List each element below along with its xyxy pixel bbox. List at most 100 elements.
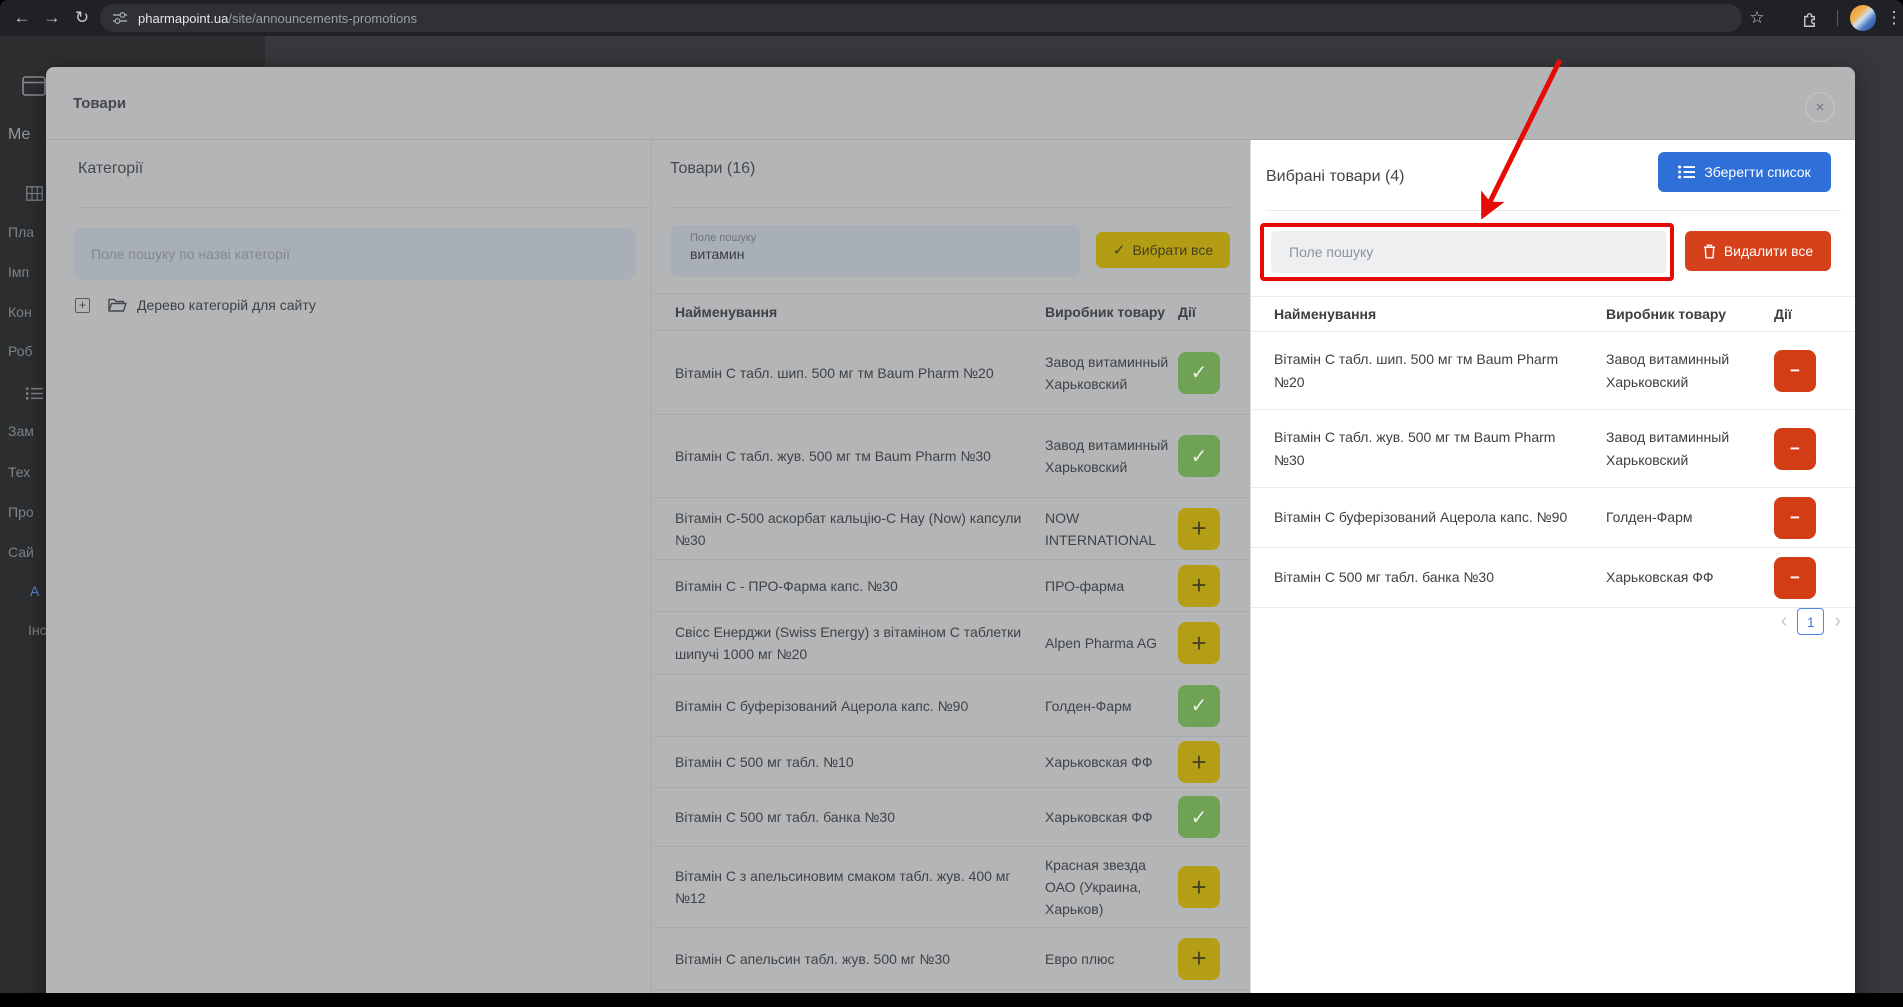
col-header-actions: Дії <box>1178 304 1196 320</box>
extensions-icon[interactable] <box>1795 0 1823 36</box>
trash-icon <box>1703 244 1715 258</box>
forward-icon[interactable]: → <box>38 0 66 36</box>
address-bar[interactable]: pharmapoint.ua/site/announcements-promot… <box>100 4 1742 32</box>
toggle-product-button[interactable]: ✓ <box>1178 796 1220 838</box>
table-row: Вітамін С 500 мг табл. банка №30 Харьков… <box>653 788 1250 847</box>
col-header-manufacturer: Виробник товару <box>1045 304 1166 320</box>
sidebar-item[interactable]: Сай <box>8 544 34 560</box>
sidebar-item[interactable]: Тех <box>8 464 30 480</box>
sidebar-item[interactable]: Кон <box>8 304 32 320</box>
table-row: Вітамін С табл. жув. 500 мг тм Baum Phar… <box>653 415 1250 498</box>
url-path: /site/announcements-promotions <box>228 10 417 26</box>
selected-title: Вибрані товари (4) <box>1266 168 1405 185</box>
browser-menu-icon[interactable]: ⋮ <box>1880 0 1903 36</box>
profile-avatar[interactable] <box>1850 5 1876 31</box>
back-icon[interactable]: ← <box>8 0 36 36</box>
table-row: Вітамін С буферізований Ацерола капс. №9… <box>653 675 1250 737</box>
toggle-product-button[interactable]: + <box>1178 866 1220 908</box>
pagination: ‹ 1 › <box>1251 608 1841 635</box>
remove-product-button[interactable]: − <box>1774 349 1816 392</box>
url-text: pharmapoint.ua/site/announcements-promot… <box>138 11 417 26</box>
col-header-manufacturer: Виробник товару <box>1606 305 1727 322</box>
category-tree-label[interactable]: Дерево категорій для сайту <box>137 297 316 313</box>
select-all-label: Вибрати все <box>1132 242 1214 258</box>
toggle-product-button[interactable]: + <box>1178 741 1220 783</box>
close-icon[interactable]: × <box>1805 92 1835 122</box>
pagination-page-1[interactable]: 1 <box>1797 608 1825 635</box>
categories-column: Категорії + Дерево категорій для сайту <box>46 140 652 1007</box>
col-header-name: Найменування <box>1274 305 1377 322</box>
category-search-input[interactable] <box>73 228 636 280</box>
product-name: Вітамін С буферізований Ацерола капс. №9… <box>675 697 969 714</box>
screen-bottom-edge <box>0 993 1903 1007</box>
toggle-product-button[interactable]: + <box>1178 507 1220 550</box>
selected-search-input[interactable] <box>1271 231 1666 273</box>
remove-product-button[interactable]: − <box>1774 556 1816 599</box>
product-name: Свісс Енерджи (Swiss Energy) з вітаміном… <box>675 624 1022 662</box>
pagination-prev-icon[interactable]: ‹ <box>1781 610 1788 633</box>
products-table-header: Найменування Виробник товару Дії <box>653 293 1250 331</box>
toggle-product-button[interactable]: + <box>1178 622 1220 664</box>
product-name: Вітамін С табл. шип. 500 мг тм Baum Phar… <box>1274 350 1559 390</box>
remove-product-button[interactable]: − <box>1774 496 1816 539</box>
product-search-label: Поле пошуку <box>690 232 757 244</box>
toggle-product-button[interactable]: ✓ <box>1178 435 1220 477</box>
selected-table: Найменування Виробник товару Дії Вітамін… <box>1251 296 1855 608</box>
sidebar-item[interactable]: Пла <box>8 224 34 240</box>
product-manufacturer: Красная звезда ОАО (Украина, Харьков) <box>1045 857 1146 917</box>
product-name: Вітамін С табл. жув. 500 мг тм Baum Phar… <box>675 448 991 464</box>
sidebar-item[interactable]: Роб <box>8 343 33 359</box>
expand-icon[interactable]: + <box>75 297 90 313</box>
table-row: Вітамін С табл. жув. 500 мг тм Baum Phar… <box>1251 410 1855 488</box>
divider <box>670 207 1230 208</box>
toggle-product-button[interactable]: ✓ <box>1178 684 1220 727</box>
product-manufacturer: Завод витаминный Харьковский <box>1606 428 1730 468</box>
col-header-name: Найменування <box>675 304 778 320</box>
products-column: Товари (16) Поле пошуку ✓ Вибрати все На… <box>653 140 1250 1007</box>
product-name: Вітамін С - ПРО-Фарма капс. №30 <box>675 577 898 594</box>
product-manufacturer: Alpen Pharma AG <box>1045 635 1158 651</box>
screen: ← → ↻ pharmapoint.ua/site/announcements-… <box>0 0 1903 1007</box>
table-row: Вітамін С з апельсиновим смаком табл. жу… <box>653 847 1250 928</box>
save-list-button[interactable]: Зберегти список <box>1658 152 1831 192</box>
selected-products-panel: Вибрані товари (4) Зберегти список Поле … <box>1250 140 1855 1007</box>
product-search-field-wrap: Поле пошуку <box>670 225 1080 277</box>
save-list-label: Зберегти список <box>1704 164 1811 180</box>
product-manufacturer: ПРО-фарма <box>1045 577 1125 594</box>
sidebar-menu-header: Ме <box>8 126 31 143</box>
sidebar-item[interactable]: Зам <box>8 423 34 439</box>
sidebar-item-active[interactable]: А <box>30 583 39 599</box>
modal-title: Товари <box>73 95 127 112</box>
product-manufacturer: Харьковская ФФ <box>1045 754 1153 770</box>
divider <box>78 207 650 208</box>
site-settings-icon[interactable] <box>112 10 128 26</box>
select-all-button[interactable]: ✓ Вибрати все <box>1096 232 1230 268</box>
categories-title: Категорії <box>78 160 144 177</box>
product-name: Вітамін С з апельсиновим смаком табл. жу… <box>675 868 1011 906</box>
refresh-icon[interactable]: ↻ <box>68 0 96 36</box>
selected-search-field-wrap <box>1271 231 1666 273</box>
table-row: Вітамін С буферізований Ацерола капс. №9… <box>1251 488 1855 548</box>
product-name: Вітамін С табл. жув. 500 мг тм Baum Phar… <box>1274 428 1556 468</box>
table-row: Вітамін С-500 аскорбат кальцію-С Нау (No… <box>653 498 1250 560</box>
remove-product-button[interactable]: − <box>1774 427 1816 470</box>
delete-all-button[interactable]: Видалити все <box>1685 231 1831 271</box>
bookmark-star-icon[interactable]: ☆ <box>1743 0 1771 36</box>
list-icon <box>26 387 43 400</box>
product-name: Вітамін С буферізований Ацерола капс. №9… <box>1274 509 1568 525</box>
toggle-product-button[interactable]: + <box>1178 937 1220 980</box>
browser-toolbar: ← → ↻ pharmapoint.ua/site/announcements-… <box>0 0 1903 36</box>
product-name: Вітамін С 500 мг табл. банка №30 <box>675 809 896 825</box>
toggle-product-button[interactable]: ✓ <box>1178 351 1220 394</box>
product-search-input[interactable] <box>690 246 1060 262</box>
product-name: Вітамін С 500 мг табл. №10 <box>675 754 854 770</box>
product-manufacturer: NOW INTERNATIONAL <box>1045 509 1156 548</box>
table-row: Вітамін С табл. шип. 500 мг тм Baum Phar… <box>1251 332 1855 410</box>
toggle-product-button[interactable]: + <box>1178 564 1220 607</box>
product-manufacturer: Завод витаминный Харьковский <box>1045 353 1169 392</box>
table-row: Вітамін С 500 мг табл. банка №30 Харьков… <box>1251 548 1855 608</box>
sidebar-item[interactable]: Імп <box>8 264 29 280</box>
table-row: Вітамін С 500 мг табл. №10 Харьковская Ф… <box>653 737 1250 788</box>
pagination-next-icon[interactable]: › <box>1834 610 1841 633</box>
sidebar-item[interactable]: Про <box>8 504 34 520</box>
